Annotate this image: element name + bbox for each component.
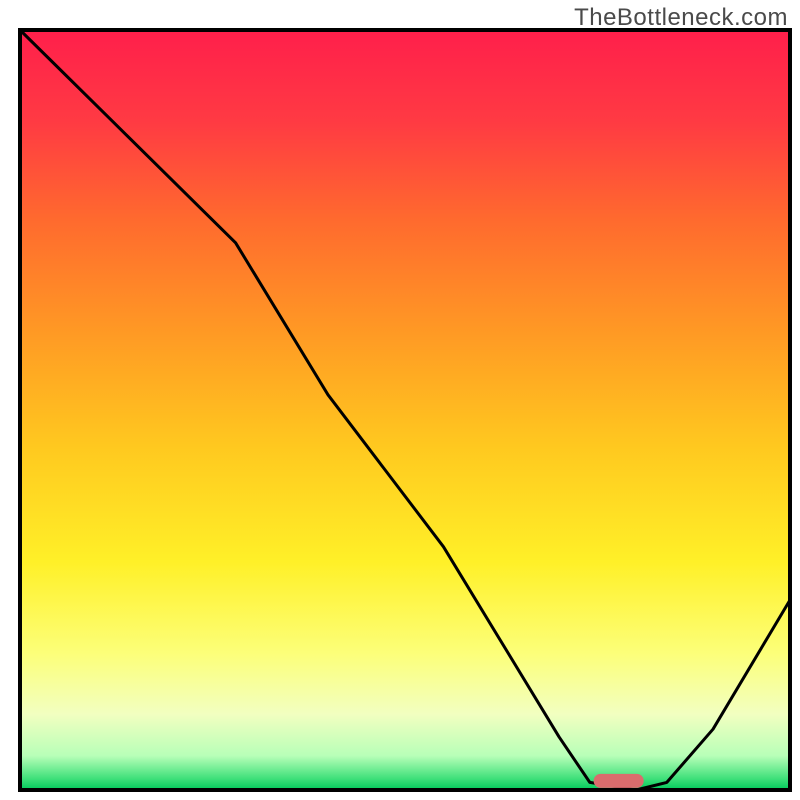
chart-svg xyxy=(0,0,800,800)
bottleneck-chart: TheBottleneck.com xyxy=(0,0,800,800)
optimal-range-marker xyxy=(594,774,644,788)
